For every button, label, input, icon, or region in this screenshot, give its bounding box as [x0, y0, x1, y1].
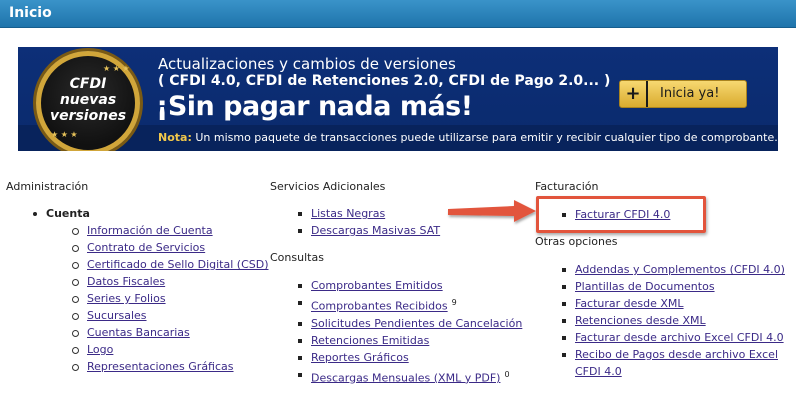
list-item: Reportes Gráficos: [297, 349, 522, 366]
link-datos-fiscales[interactable]: Datos Fiscales: [87, 275, 165, 288]
link-sucursales[interactable]: Sucursales: [87, 309, 147, 322]
list-item: Sucursales: [72, 307, 269, 324]
cuenta-group-label: Cuenta: [33, 207, 90, 220]
link-cuentas-bancarias[interactable]: Cuentas Bancarias: [87, 326, 190, 339]
list-item: Certificado de Sello Digital (CSD): [72, 256, 269, 273]
inicia-ya-label: Inicia ya!: [660, 86, 720, 101]
link-retenciones-emitidas[interactable]: Retenciones Emitidas: [311, 334, 429, 347]
cfdi-badge: ★ ★ ★ CFDI nuevas versiones ★ ★ ★: [36, 51, 140, 151]
list-item: Descargas Masivas SAT: [297, 222, 440, 239]
star-icon: ★ ★ ★: [51, 130, 78, 139]
banner-headline: ¡Sin pagar nada más!: [156, 91, 473, 122]
list-item: Contrato de Servicios: [72, 239, 269, 256]
list-item: Cuentas Bancarias: [72, 324, 269, 341]
admin-links: Información de Cuenta Contrato de Servic…: [72, 222, 269, 375]
consultas-heading: Consultas: [270, 251, 324, 264]
link-recibo-pagos-excel[interactable]: Recibo de Pagos desde archivo Excel CFDI …: [575, 348, 778, 378]
list-item: Plantillas de Documentos: [562, 278, 785, 295]
link-contrato-servicios[interactable]: Contrato de Servicios: [87, 241, 205, 254]
link-addendas-complementos[interactable]: Addendas y Complementos (CFDI 4.0): [575, 263, 785, 276]
link-logo[interactable]: Logo: [87, 343, 113, 356]
badge-line-1: CFDI: [69, 76, 107, 92]
link-descargas-masivas[interactable]: Descargas Masivas SAT: [311, 224, 440, 237]
page-header: Inicio: [0, 0, 796, 28]
list-item: Retenciones desde XML: [562, 312, 785, 329]
otras-links: Addendas y Complementos (CFDI 4.0) Plant…: [562, 261, 785, 380]
list-item: Listas Negras: [297, 205, 440, 222]
list-item: Series y Folios: [72, 290, 269, 307]
link-descargas-mensuales[interactable]: Descargas Mensuales (XML y PDF): [311, 371, 500, 384]
servicios-heading: Servicios Adicionales: [270, 180, 386, 193]
link-facturar-xml[interactable]: Facturar desde XML: [575, 297, 684, 310]
list-item: Recibo de Pagos desde archivo Excel CFDI …: [562, 346, 785, 380]
link-comprobantes-emitidos[interactable]: Comprobantes Emitidos: [311, 279, 443, 292]
list-item: Retenciones Emitidas: [297, 332, 522, 349]
link-series-folios[interactable]: Series y Folios: [87, 292, 166, 305]
promo-banner[interactable]: ★ ★ ★ CFDI nuevas versiones ★ ★ ★ Actual…: [18, 47, 778, 151]
list-item: Comprobantes Recibidos 9: [297, 294, 522, 315]
badge-line-2: nuevas: [59, 92, 117, 108]
link-informacion-cuenta[interactable]: Información de Cuenta: [87, 224, 213, 237]
link-reportes-graficos[interactable]: Reportes Gráficos: [311, 351, 409, 364]
annotation-highlight-box: [536, 196, 706, 233]
list-item: Logo: [72, 341, 269, 358]
link-retenciones-xml[interactable]: Retenciones desde XML: [575, 314, 706, 327]
admin-heading: Administración: [6, 180, 89, 193]
link-line-2: CFDI 4.0: [575, 365, 622, 378]
link-facturar-excel[interactable]: Facturar desde archivo Excel CFDI 4.0: [575, 331, 784, 344]
plus-icon: +: [620, 81, 648, 107]
consultas-links: Comprobantes Emitidos Comprobantes Recib…: [297, 277, 522, 387]
banner-note: Nota: Un mismo paquete de transacciones …: [158, 131, 778, 144]
link-solicitudes-cancelacion[interactable]: Solicitudes Pendientes de Cancelación: [311, 317, 522, 330]
list-item: Datos Fiscales: [72, 273, 269, 290]
list-item: Representaciones Gráficas: [72, 358, 269, 375]
list-item: Información de Cuenta: [72, 222, 269, 239]
link-certificado-csd[interactable]: Certificado de Sello Digital (CSD): [87, 258, 269, 271]
otras-heading: Otras opciones: [535, 235, 618, 248]
badge-line-3: versiones: [49, 108, 127, 124]
page-title: Inicio: [9, 5, 52, 21]
count-badge: 9: [451, 298, 457, 307]
link-line-1: Recibo de Pagos desde archivo Excel: [575, 348, 778, 361]
link-comprobantes-recibidos[interactable]: Comprobantes Recibidos: [311, 300, 448, 313]
list-item: Addendas y Complementos (CFDI 4.0): [562, 261, 785, 278]
star-icon: ★ ★ ★: [103, 64, 130, 73]
link-representaciones-graficas[interactable]: Representaciones Gráficas: [87, 360, 234, 373]
list-item: Comprobantes Emitidos: [297, 277, 522, 294]
banner-note-text: Un mismo paquete de transacciones puede …: [191, 131, 778, 144]
facturacion-heading: Facturación: [535, 180, 599, 193]
list-item: Solicitudes Pendientes de Cancelación: [297, 315, 522, 332]
count-badge: 0: [504, 369, 510, 379]
annotation-arrow-icon: [448, 200, 536, 222]
list-item: Facturar desde XML: [562, 295, 785, 312]
list-item: Facturar desde archivo Excel CFDI 4.0: [562, 329, 785, 346]
banner-subtitle: Actualizaciones y cambios de versiones: [158, 55, 456, 73]
link-listas-negras[interactable]: Listas Negras: [311, 207, 385, 220]
list-item: Descargas Mensuales (XML y PDF) 0: [297, 366, 522, 387]
inicia-ya-button[interactable]: + Inicia ya!: [619, 80, 747, 108]
link-plantillas-documentos[interactable]: Plantillas de Documentos: [575, 280, 715, 293]
servicios-links: Listas Negras Descargas Masivas SAT: [297, 205, 440, 239]
banner-note-label: Nota:: [158, 131, 192, 144]
banner-versions: ( CFDI 4.0, CFDI de Retenciones 2.0, CFD…: [158, 73, 611, 89]
